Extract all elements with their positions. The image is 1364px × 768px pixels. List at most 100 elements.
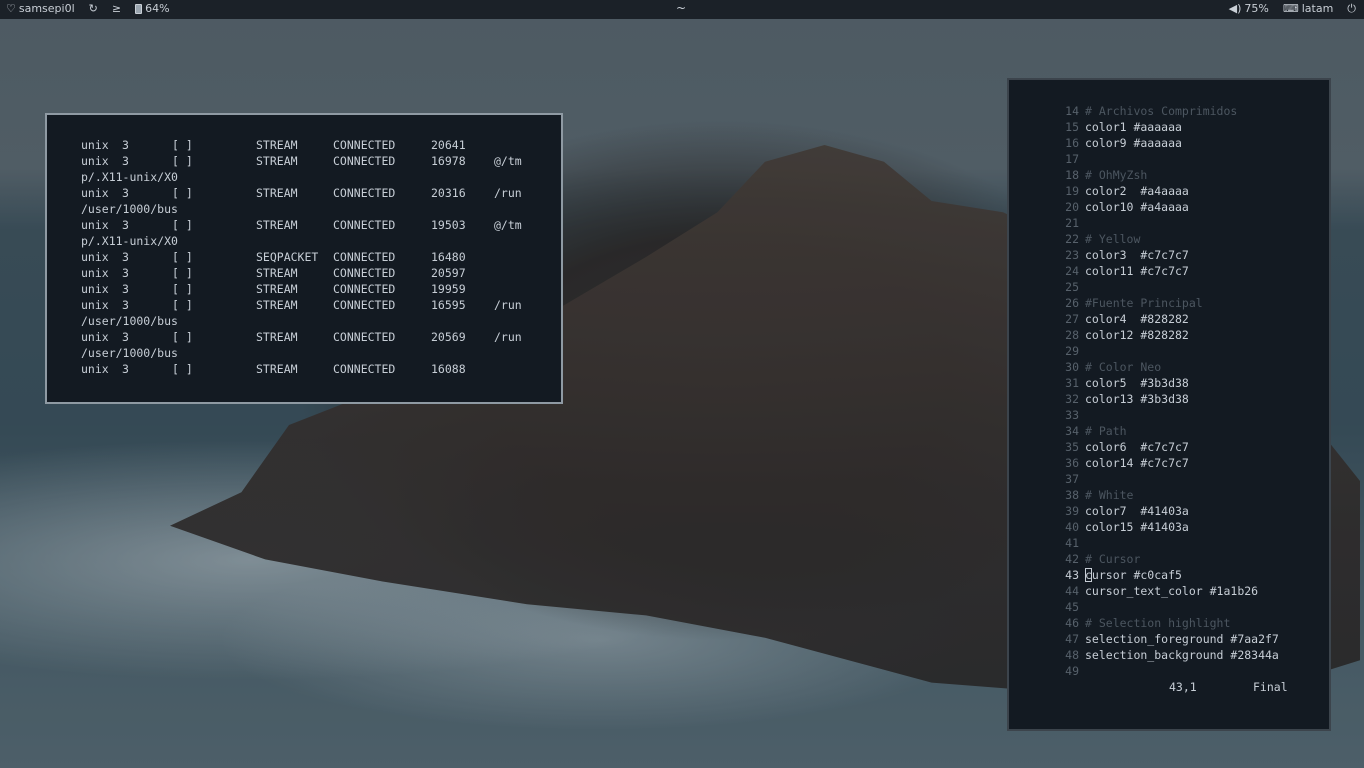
line-content: color6 #c7c7c7 <box>1085 440 1189 454</box>
socket-refcnt: 3 <box>122 266 129 280</box>
status-bar-right: ◀) 75% ⌨ latam ⏻ <box>1229 2 1356 15</box>
editor-line[interactable]: 43 cursor #c0caf5 <box>1009 567 1329 583</box>
line-number: 48 <box>1065 648 1079 662</box>
editor-line[interactable]: 20 color10 #a4aaaa <box>1009 199 1329 215</box>
socket-type: SEQPACKET <box>256 250 319 264</box>
socket-proto: unix <box>81 138 109 152</box>
battery-widget[interactable]: 64% <box>135 2 170 15</box>
socket-type: STREAM <box>256 298 298 312</box>
code-text: color6 #c7c7c7 <box>1085 439 1189 455</box>
editor-line[interactable]: 24 color11 #c7c7c7 <box>1009 263 1329 279</box>
line-number: 22 <box>1065 232 1079 246</box>
editor-line[interactable]: 34 # Path <box>1009 423 1329 439</box>
editor-line[interactable]: 25 <box>1009 279 1329 295</box>
line-number: 25 <box>1065 280 1079 294</box>
socket-inode: 16480 <box>431 250 466 264</box>
editor-line[interactable]: 29 <box>1009 343 1329 359</box>
code-text: color11 #c7c7c7 <box>1085 263 1189 279</box>
code-text: color7 #41403a <box>1085 503 1189 519</box>
socket-type: STREAM <box>256 154 298 168</box>
socket-path: /run <box>494 186 522 200</box>
socket-refcnt: 3 <box>122 250 129 264</box>
editor-line[interactable]: 36 color14 #c7c7c7 <box>1009 455 1329 471</box>
workspace-title: ~ <box>676 1 687 15</box>
socket-refcnt: 3 <box>122 154 129 168</box>
terminal-prompt-icon[interactable]: ≥ <box>112 3 121 14</box>
editor-line[interactable]: 49 <box>1009 663 1329 679</box>
editor-line[interactable]: 46 # Selection highlight <box>1009 615 1329 631</box>
socket-inode: 19959 <box>431 282 466 296</box>
editor-line[interactable]: 32 color13 #3b3d38 <box>1009 391 1329 407</box>
line-number: 45 <box>1065 600 1079 614</box>
editor-line[interactable]: 45 <box>1009 599 1329 615</box>
editor-line[interactable]: 42 # Cursor <box>1009 551 1329 567</box>
editor-line[interactable]: 40 color15 #41403a <box>1009 519 1329 535</box>
line-number: 16 <box>1065 136 1079 150</box>
code-comment: # Cursor <box>1085 551 1140 567</box>
socket-type: STREAM <box>256 138 298 152</box>
editor-line[interactable]: 22 # Yellow <box>1009 231 1329 247</box>
code-text: color13 #3b3d38 <box>1085 391 1189 407</box>
power-icon[interactable]: ⏻ <box>1347 3 1356 14</box>
socket-path: @/tm <box>494 154 522 168</box>
line-content: color3 #c7c7c7 <box>1085 248 1189 262</box>
line-content: #Fuente Principal <box>1085 296 1203 310</box>
code-text: color9 #aaaaaa <box>1085 135 1182 151</box>
socket-type: STREAM <box>256 266 298 280</box>
line-content: color7 #41403a <box>1085 504 1189 518</box>
socket-path-continuation: /user/1000/bus <box>81 346 178 360</box>
user-widget[interactable]: ♡ samsepi0l <box>6 2 75 15</box>
editor-line[interactable]: 17 <box>1009 151 1329 167</box>
editor-line[interactable]: 15 color1 #aaaaaa <box>1009 119 1329 135</box>
socket-refcnt: 3 <box>122 218 129 232</box>
line-content: color11 #c7c7c7 <box>1085 264 1189 278</box>
socket-flags: [ ] <box>172 266 193 280</box>
editor-line[interactable]: 33 <box>1009 407 1329 423</box>
line-number: 42 <box>1065 552 1079 566</box>
line-content: cursor #c0caf5 <box>1085 568 1182 582</box>
refresh-icon[interactable]: ↻ <box>89 3 98 14</box>
editor-line[interactable]: 23 color3 #c7c7c7 <box>1009 247 1329 263</box>
line-number: 21 <box>1065 216 1079 230</box>
socket-inode: 16978 <box>431 154 466 168</box>
editor-line[interactable]: 35 color6 #c7c7c7 <box>1009 439 1329 455</box>
editor-line[interactable]: 21 <box>1009 215 1329 231</box>
keyboard-layout-widget[interactable]: ⌨ latam <box>1283 2 1333 15</box>
editor-line[interactable]: 48 selection_background #28344a <box>1009 647 1329 663</box>
battery-icon <box>135 3 143 14</box>
socket-path-continuation: /user/1000/bus <box>81 314 178 328</box>
editor-line[interactable]: 44 cursor_text_color #1a1b26 <box>1009 583 1329 599</box>
code-text: color12 #828282 <box>1085 327 1189 343</box>
line-content: # Archivos Comprimidos <box>1085 104 1238 118</box>
socket-flags: [ ] <box>172 186 193 200</box>
editor-terminal-window[interactable]: 14 # Archivos Comprimidos 15 color1 #aaaaaa… <box>1007 78 1331 731</box>
editor-line[interactable]: 14 # Archivos Comprimidos <box>1009 103 1329 119</box>
line-content: color15 #41403a <box>1085 520 1189 534</box>
editor-line[interactable]: 39 color7 #41403a <box>1009 503 1329 519</box>
editor-line[interactable]: 19 color2 #a4aaaa <box>1009 183 1329 199</box>
keyboard-icon: ⌨ <box>1282 2 1299 15</box>
editor-line[interactable]: 30 # Color Neo <box>1009 359 1329 375</box>
volume-level: 75% <box>1244 2 1269 15</box>
editor-line[interactable]: 28 color12 #828282 <box>1009 327 1329 343</box>
line-number: 40 <box>1065 520 1079 534</box>
editor-line[interactable]: 41 <box>1009 535 1329 551</box>
code-text: color3 #c7c7c7 <box>1085 247 1189 263</box>
editor-line[interactable]: 27 color4 #828282 <box>1009 311 1329 327</box>
terminal-line: unix 3 [ ] SEQPACKET CONNECTED 16480 <box>47 249 561 265</box>
volume-widget[interactable]: ◀) 75% <box>1229 2 1269 15</box>
terminal-line: /user/1000/bus <box>47 313 561 329</box>
cursor-position: 43,1 <box>1169 680 1197 694</box>
editor-line[interactable]: 47 selection_foreground #7aa2f7 <box>1009 631 1329 647</box>
editor-line[interactable]: 16 color9 #aaaaaa <box>1009 135 1329 151</box>
editor-line[interactable]: 26 #Fuente Principal <box>1009 295 1329 311</box>
socket-refcnt: 3 <box>122 298 129 312</box>
status-bar-left: ♡ samsepi0l ↻ ≥ 64% <box>6 2 170 15</box>
netstat-terminal-window[interactable]: unix 3 [ ] STREAM CONNECTED 20641 unix 3 [ ] STRE… <box>45 113 563 404</box>
line-content: color13 #3b3d38 <box>1085 392 1189 406</box>
editor-line[interactable]: 37 <box>1009 471 1329 487</box>
line-content: cursor_text_color #1a1b26 <box>1085 584 1259 598</box>
editor-line[interactable]: 38 # White <box>1009 487 1329 503</box>
editor-line[interactable]: 18 # OhMyZsh <box>1009 167 1329 183</box>
editor-line[interactable]: 31 color5 #3b3d38 <box>1009 375 1329 391</box>
